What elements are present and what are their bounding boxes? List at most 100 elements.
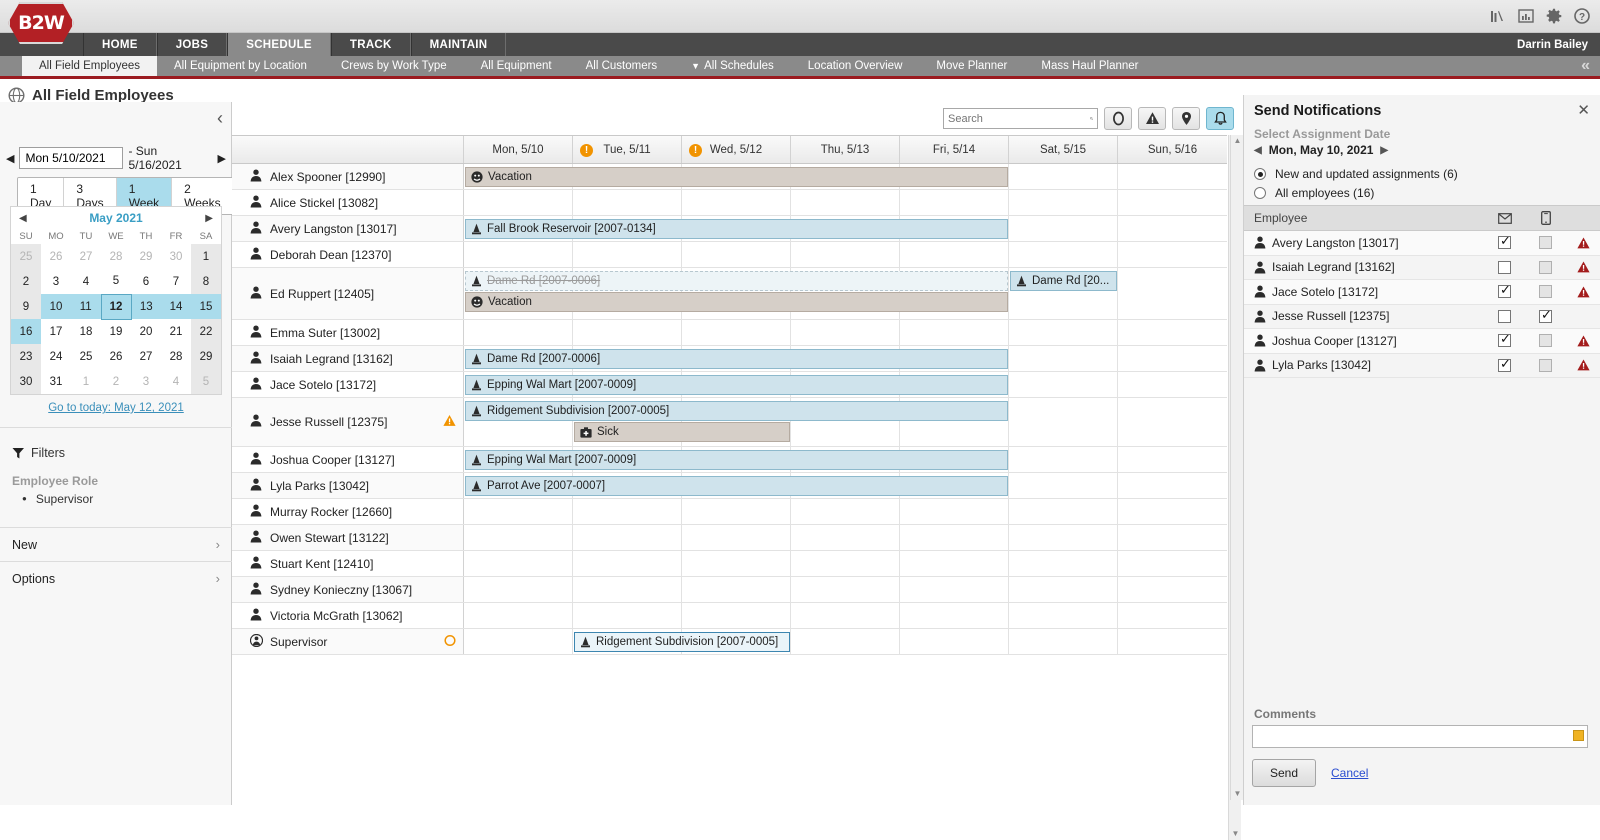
day-cell[interactable] [791,577,900,602]
day-cell[interactable] [464,320,573,345]
calendar-day-8[interactable]: 8 [191,269,221,294]
nav-item-schedule[interactable]: SCHEDULE [227,33,331,56]
nav-item-home[interactable]: HOME [83,33,157,56]
row-status-ring-icon[interactable] [444,634,456,649]
assignment-bar[interactable]: Vacation [465,167,1008,187]
calendar-next-month-icon[interactable]: ▶ [205,213,213,224]
employee-name-cell[interactable]: Alex Spooner [12990] [232,164,464,189]
email-checkbox[interactable] [1498,234,1511,250]
day-cell[interactable] [464,551,573,576]
table-row[interactable]: Owen Stewart [13122] [232,525,1227,551]
employee-name-cell[interactable]: Alice Stickel [13082] [232,190,464,215]
employee-name-cell[interactable]: Jace Sotelo [13172] [232,372,464,397]
calendar-day-5[interactable]: 5 [101,269,131,294]
email-checkbox[interactable] [1498,283,1511,299]
tab-all-customers[interactable]: All Customers [569,56,675,76]
calendar-day-25[interactable]: 25 [11,244,41,269]
email-checkbox[interactable] [1498,260,1511,274]
calendar-day-20[interactable]: 20 [131,319,161,344]
gear-icon[interactable] [1546,8,1562,24]
calendar-day-28[interactable]: 28 [101,244,131,269]
report-icon[interactable] [1518,8,1534,24]
employee-name-cell[interactable]: Ed Ruppert [12405] [232,268,464,319]
employee-name-cell[interactable]: Owen Stewart [13122] [232,525,464,550]
calendar-day-1[interactable]: 1 [71,369,101,394]
day-header-3[interactable]: Thu, 5/13 [791,136,900,163]
day-cell[interactable] [1118,164,1227,189]
day-cell[interactable] [464,242,573,267]
calendar-day-4[interactable]: 4 [161,369,191,394]
employee-name-cell[interactable]: Victoria McGrath [13062] [232,603,464,628]
day-cell[interactable] [1118,398,1227,446]
tab-location-overview[interactable]: Location Overview [791,56,920,76]
list-item[interactable]: Lyla Parks [13042] [1244,353,1600,378]
search-icon[interactable] [1090,112,1093,125]
cancel-link[interactable]: Cancel [1331,766,1368,780]
day-cell[interactable] [682,577,791,602]
table-row[interactable]: Isaiah Legrand [13162] Dame Rd [2007-0006… [232,346,1227,372]
comments-flag-icon[interactable] [1573,730,1584,741]
day-header-2[interactable]: ! Wed, 5/12 [682,136,791,163]
calendar-day-1[interactable]: 1 [191,244,221,269]
close-icon[interactable]: ✕ [1577,101,1590,119]
calendar-day-12[interactable]: 12 [100,293,132,320]
calendar-day-26[interactable]: 26 [41,244,71,269]
day-cell[interactable] [1118,499,1227,524]
table-row[interactable]: Jace Sotelo [13172] Epping Wal Mart [2007… [232,372,1227,398]
calendar-day-30[interactable]: 30 [11,369,41,394]
calendar-day-3[interactable]: 3 [131,369,161,394]
options-expander[interactable]: Options › [0,561,232,595]
calendar-day-22[interactable]: 22 [191,319,221,344]
assignment-date-prev-icon[interactable]: ◀ [1254,145,1262,156]
radio-new-and-updated[interactable]: New and updated assignments (6) [1254,167,1458,181]
scroll-down-arrow[interactable]: ▼ [1229,828,1242,840]
day-cell[interactable] [1009,242,1118,267]
search-box[interactable] [943,108,1098,129]
day-cell[interactable] [1118,190,1227,215]
day-cell[interactable] [464,499,573,524]
day-header-4[interactable]: Fri, 5/14 [900,136,1009,163]
help-icon[interactable]: ? [1574,8,1590,24]
radio-new-and-updated-control[interactable] [1254,168,1266,180]
day-cell[interactable] [1009,551,1118,576]
day-cell[interactable] [682,499,791,524]
day-cell[interactable] [1118,603,1227,628]
day-cell[interactable] [573,320,682,345]
go-to-today-link[interactable]: Go to today: May 12, 2021 [0,402,232,414]
calendar-day-5[interactable]: 5 [191,369,221,394]
send-button[interactable]: Send [1252,759,1317,787]
employee-name-cell[interactable]: Stuart Kent [12410] [232,551,464,576]
email-checkbox[interactable] [1498,332,1511,348]
day-cell[interactable] [900,525,1009,550]
day-cell[interactable] [1009,398,1118,446]
table-row[interactable]: Emma Suter [13002] [232,320,1227,346]
assignment-bar[interactable]: Ridgement Subdivision [2007-0005] [574,632,790,652]
day-cell[interactable] [464,603,573,628]
day-cell[interactable] [1009,372,1118,397]
day-header-1[interactable]: ! Tue, 5/11 [573,136,682,163]
table-row[interactable]: Avery Langston [13017] Fall Brook Reservo… [232,216,1227,242]
day-cell[interactable] [682,242,791,267]
employee-name-cell[interactable]: Isaiah Legrand [13162] [232,346,464,371]
day-cell[interactable] [1118,577,1227,602]
day-cell[interactable] [682,190,791,215]
day-cell[interactable] [1009,629,1118,654]
day-cell[interactable] [1009,603,1118,628]
calendar-day-16[interactable]: 16 [11,319,41,344]
day-cell[interactable] [1118,525,1227,550]
table-row[interactable]: Victoria McGrath [13062] [232,603,1227,629]
day-cell[interactable] [791,603,900,628]
table-row[interactable]: Supervisor Ridgement Subdivision [2007-00… [232,629,1227,655]
day-cell[interactable] [900,603,1009,628]
assignment-bar[interactable]: Epping Wal Mart [2007-0009] [465,450,1008,470]
right-panel-scrollbar[interactable]: ▲ ▼ [1230,135,1243,800]
notifications-button[interactable] [1206,107,1234,130]
day-cell[interactable] [900,320,1009,345]
day-cell[interactable] [1118,320,1227,345]
assignment-bar[interactable]: Fall Brook Reservoir [2007-0134] [465,219,1008,239]
next-range-icon[interactable]: ▶ [218,152,226,165]
day-cell[interactable] [1118,242,1227,267]
day-cell[interactable] [1009,190,1118,215]
day-cell[interactable] [791,320,900,345]
calendar-day-17[interactable]: 17 [41,319,71,344]
